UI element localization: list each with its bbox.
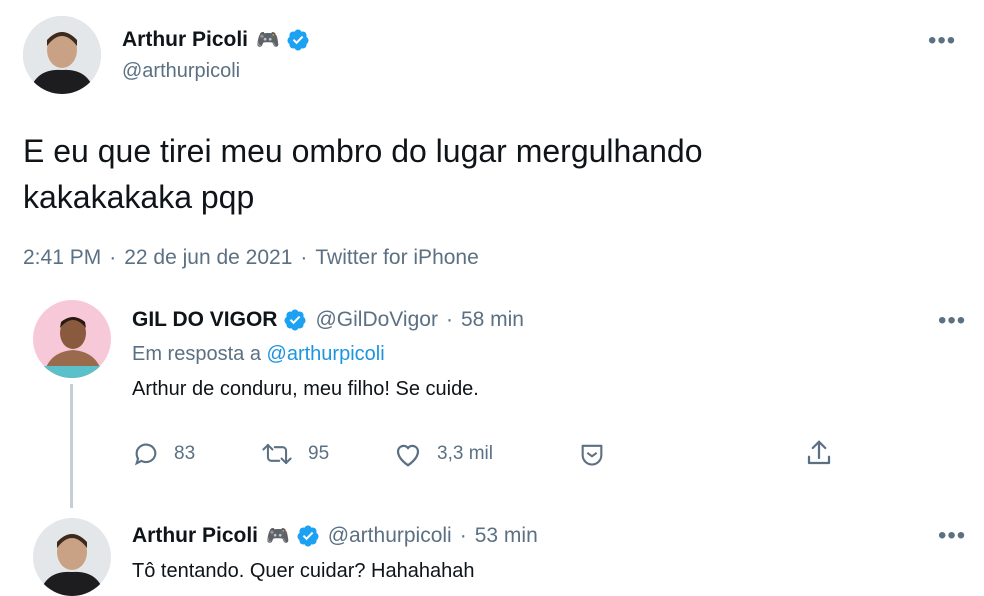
reply-prefix: Em resposta a: [132, 343, 261, 365]
tip-jar-icon: [578, 440, 620, 468]
more-options-icon[interactable]: •••: [938, 309, 966, 333]
verified-badge-icon: [283, 308, 307, 332]
more-options-icon[interactable]: •••: [938, 524, 966, 548]
author-name[interactable]: Arthur Picoli: [122, 28, 248, 52]
tweet-text-line2: kakakakaka pqp: [23, 179, 255, 215]
meta-separator: ·: [445, 308, 453, 331]
reply1-age[interactable]: 58 min: [461, 308, 524, 332]
reply1-context: Em resposta a @arthurpicoli: [132, 343, 385, 366]
reply2-handle[interactable]: @arthurpicoli: [328, 524, 452, 548]
meta-separator: ·: [109, 246, 117, 269]
tipjar-action[interactable]: [578, 440, 620, 468]
comment-icon: [132, 440, 174, 468]
share-icon: [804, 438, 848, 468]
meta-separator: ·: [300, 246, 308, 269]
share-action[interactable]: [804, 438, 848, 468]
more-options-icon[interactable]: •••: [928, 29, 956, 53]
tweet-date[interactable]: 22 de jun de 2021: [124, 246, 292, 270]
reply2-text: Tô tentando. Quer cuidar? Hahahahah: [132, 560, 475, 582]
verified-badge-icon: [286, 28, 310, 52]
reply1-text: Arthur de conduru, meu filho! Se cuide.: [132, 378, 479, 400]
retweet-icon: [260, 440, 308, 468]
author-name-row: Arthur Picoli 🎮: [122, 26, 310, 54]
gamepad-emoji: 🎮: [266, 526, 290, 547]
tweet-source[interactable]: Twitter for iPhone: [315, 246, 478, 270]
tweet-meta: 2:41 PM · 22 de jun de 2021 · Twitter fo…: [23, 246, 479, 270]
reply-avatar[interactable]: [33, 300, 111, 378]
reply1-header: GIL DO VIGOR @GilDoVigor · 58 min: [132, 306, 524, 334]
heart-icon: [393, 440, 437, 468]
reply-count: 83: [174, 443, 196, 464]
tweet-text-line1: E eu que tirei meu ombro do lugar mergul…: [23, 133, 703, 169]
gamepad-emoji: 🎮: [256, 30, 280, 51]
reply2-avatar[interactable]: [33, 518, 111, 596]
like-action[interactable]: 3,3 mil: [393, 440, 493, 468]
retweet-action[interactable]: 95: [260, 440, 329, 468]
reply2-author-name[interactable]: Arthur Picoli: [132, 524, 258, 548]
retweet-count: 95: [308, 443, 330, 464]
reply1-handle[interactable]: @GilDoVigor: [315, 308, 437, 332]
author-handle[interactable]: @arthurpicoli: [122, 60, 240, 83]
reply-to-handle[interactable]: @arthurpicoli: [267, 343, 385, 365]
meta-separator: ·: [459, 524, 467, 547]
thread-connector-line: [70, 384, 73, 508]
tweet-time[interactable]: 2:41 PM: [23, 246, 101, 270]
reply-action[interactable]: 83: [132, 440, 195, 468]
reply2-header: Arthur Picoli 🎮 @arthurpicoli · 53 min: [132, 522, 538, 550]
verified-badge-icon: [296, 524, 320, 548]
reply2-age[interactable]: 53 min: [475, 524, 538, 548]
reply1-author-name[interactable]: GIL DO VIGOR: [132, 308, 277, 332]
like-count: 3,3 mil: [437, 443, 493, 464]
author-avatar[interactable]: [23, 16, 101, 94]
tweet-text: E eu que tirei meu ombro do lugar mergul…: [23, 128, 703, 220]
